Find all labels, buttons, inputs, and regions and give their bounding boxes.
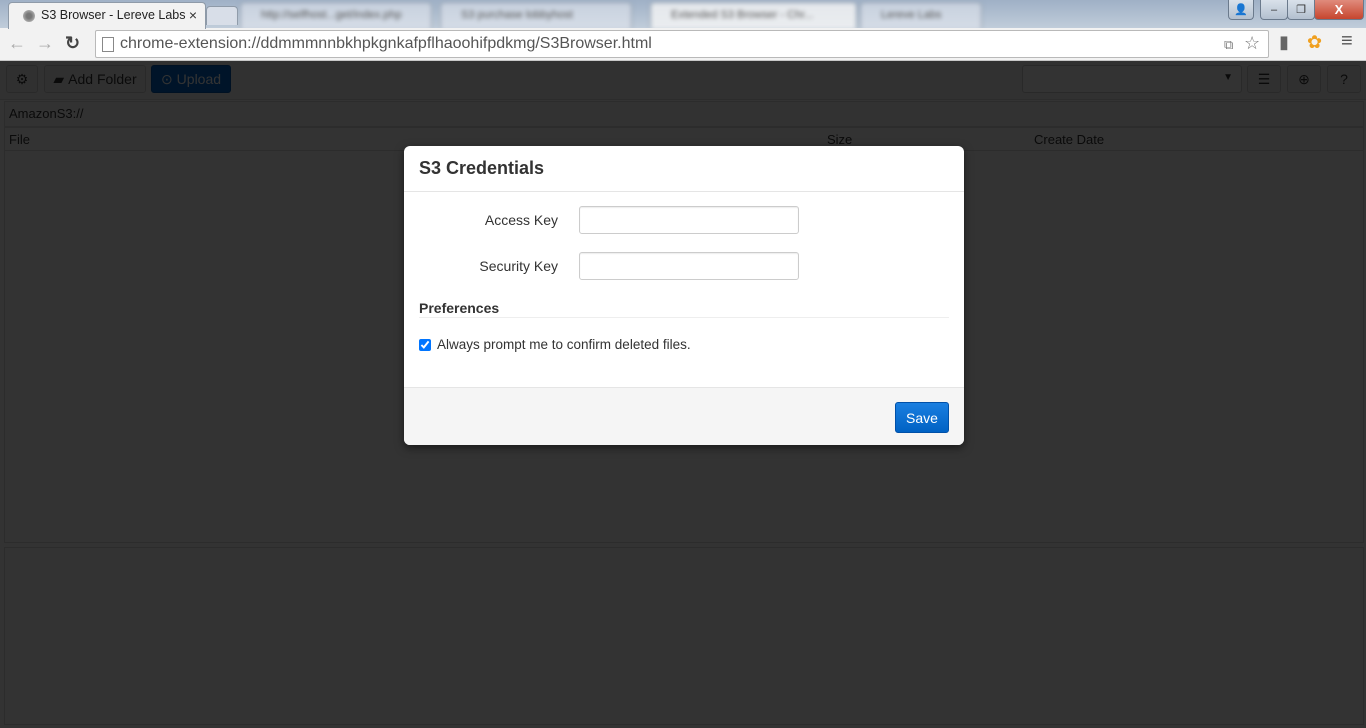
access-key-input[interactable] xyxy=(579,206,799,234)
url-text: chrome-extension://ddmmmnnbkhpkgnkafpflh… xyxy=(120,35,652,52)
minimize-icon: – xyxy=(1270,3,1278,16)
preferences-divider xyxy=(419,317,949,318)
save-button[interactable]: Save xyxy=(895,402,949,433)
browser-toolbar: ← → ↻ chrome-extension://ddmmmnnbkhpkgnk… xyxy=(0,28,1366,61)
address-bar[interactable]: chrome-extension://ddmmmnnbkhpkgnkafpflh… xyxy=(95,30,1269,58)
lereve-favicon-icon xyxy=(23,10,35,22)
security-key-input[interactable] xyxy=(579,252,799,280)
user-icon: 👤 xyxy=(1234,4,1248,16)
cast-extension-icon[interactable]: ▮ xyxy=(1279,32,1289,53)
tab-s3-browser[interactable]: S3 Browser - Lereve Labs × xyxy=(8,2,206,29)
background-tab[interactable]: Lereve Labs xyxy=(860,2,982,29)
reload-icon[interactable]: ↻ xyxy=(65,33,80,54)
minimize-button[interactable]: – xyxy=(1260,0,1288,20)
background-tab[interactable]: S3 purchase lobbyhost xyxy=(440,2,632,29)
confirm-delete-option[interactable]: Always prompt me to confirm deleted file… xyxy=(419,337,691,352)
close-window-button[interactable]: X xyxy=(1314,0,1364,20)
forward-arrow-icon[interactable]: → xyxy=(36,33,54,54)
back-arrow-icon[interactable]: ← xyxy=(8,33,26,54)
access-key-label: Access Key xyxy=(484,212,558,228)
confirm-delete-checkbox[interactable] xyxy=(419,338,431,351)
maximize-button[interactable]: ❐ xyxy=(1287,0,1315,20)
aws-extension-icon[interactable]: ✿ xyxy=(1307,32,1322,53)
bookmark-star-icon[interactable]: ☆ xyxy=(1244,33,1260,54)
credentials-modal: S3 Credentials Access Key Security Key P… xyxy=(404,146,964,445)
modal-title: S3 Credentials xyxy=(419,158,545,178)
window-titlebar: S3 Browser - Lereve Labs × http://selfho… xyxy=(0,0,1366,29)
background-tab[interactable]: http://selfhost...get/index.php xyxy=(240,2,432,29)
close-icon: X xyxy=(1334,2,1344,17)
tab-close-icon[interactable]: × xyxy=(189,7,197,23)
translate-icon[interactable]: ⧉ xyxy=(1224,37,1233,53)
security-key-row: Security Key xyxy=(404,252,964,282)
security-key-label: Security Key xyxy=(479,258,558,274)
modal-footer: Save xyxy=(404,387,964,445)
tab-title: S3 Browser - Lereve Labs xyxy=(41,8,186,22)
access-key-row: Access Key xyxy=(404,206,964,236)
page-icon xyxy=(102,37,114,52)
user-profile-button[interactable]: 👤 xyxy=(1228,0,1254,20)
modal-header: S3 Credentials xyxy=(404,146,964,192)
chrome-menu-icon[interactable]: ≡ xyxy=(1341,30,1353,53)
background-tab[interactable]: Extended S3 Browser - Chr... xyxy=(650,2,857,29)
preferences-heading: Preferences xyxy=(419,300,500,316)
new-tab-button[interactable] xyxy=(206,6,238,25)
confirm-delete-label: Always prompt me to confirm deleted file… xyxy=(437,337,691,352)
maximize-icon: ❐ xyxy=(1296,4,1306,16)
